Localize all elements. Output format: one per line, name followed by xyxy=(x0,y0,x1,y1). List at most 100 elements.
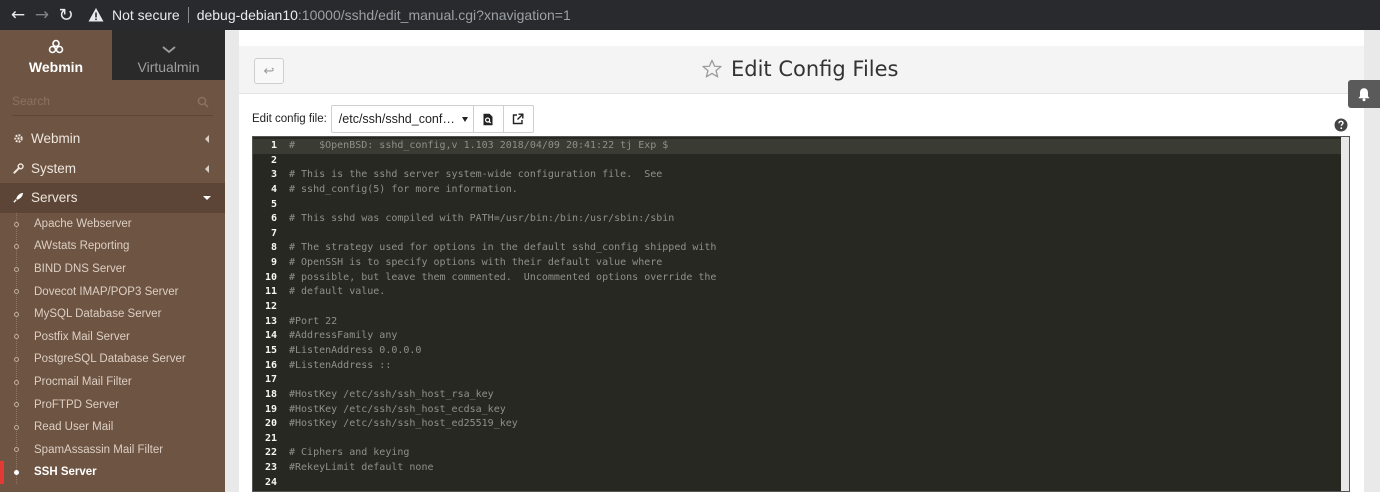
sidebar-item-ssh-server[interactable]: SSH Server xyxy=(0,461,225,484)
line-number: 6 xyxy=(270,213,277,225)
line-number: 14 xyxy=(264,330,277,342)
code-line: 11 # default value. xyxy=(253,285,1349,300)
sidebar-tabs: Webmin Virtualmin xyxy=(0,30,225,80)
sidebar-item-servers[interactable]: Servers xyxy=(0,183,225,213)
code-text: # The strategy used for options in the d… xyxy=(289,242,717,254)
code-text: #Port 22 xyxy=(289,315,338,327)
code-line: 9 # OpenSSH is to specify options with th… xyxy=(253,256,1349,271)
sidebar-item-read-user-mail[interactable]: Read User Mail xyxy=(0,416,225,439)
line-number: 24 xyxy=(264,476,277,488)
code-line: 7 xyxy=(253,227,1349,242)
line-number: 22 xyxy=(264,447,277,459)
security-status: Not secure xyxy=(112,7,180,23)
code-text: # default value. xyxy=(289,286,386,298)
tab-virtualmin[interactable]: Virtualmin xyxy=(112,30,225,80)
sidebar-item-label: MySQL Database Server xyxy=(34,308,162,321)
code-text: #ListenAddress 0.0.0.0 xyxy=(289,344,422,356)
warning-icon xyxy=(88,8,104,22)
open-external-button[interactable] xyxy=(503,105,534,133)
code-line: 23 #RekeyLimit default none xyxy=(253,461,1349,476)
code-text: # $OpenBSD: sshd_config,v 1.103 2018/04/… xyxy=(289,140,669,151)
editor-scrollbar[interactable] xyxy=(1341,137,1349,491)
bullet-icon xyxy=(14,311,19,317)
search-input[interactable] xyxy=(12,86,213,116)
sidebar-item-proftpd[interactable]: ProFTPD Server xyxy=(0,393,225,416)
sidebar-item-label: PostgreSQL Database Server xyxy=(34,353,186,366)
line-number: 7 xyxy=(270,227,277,239)
reload-icon[interactable]: ↻ xyxy=(54,0,78,30)
sidebar-item-bind[interactable]: BIND DNS Server xyxy=(0,258,225,281)
tab-webmin[interactable]: Webmin xyxy=(0,30,112,80)
code-line: 21 xyxy=(253,432,1349,447)
code-line: 22 # Ciphers and keying xyxy=(253,446,1349,461)
code-text: # Ciphers and keying xyxy=(289,447,410,459)
caret-left-icon xyxy=(205,135,209,143)
code-line: 19 #HostKey /etc/ssh/ssh_host_ecdsa_key xyxy=(253,403,1349,418)
sidebar-item-awstats[interactable]: AWstats Reporting xyxy=(0,235,225,258)
config-file-select[interactable]: /etc/ssh/sshd_conf… xyxy=(330,105,474,133)
code-text: #HostKey /etc/ssh/ssh_host_ed25519_key xyxy=(289,418,518,430)
line-number: 23 xyxy=(264,462,277,474)
bullet-icon xyxy=(14,357,19,363)
config-file-row: Edit config file: /etc/ssh/sshd_conf… xyxy=(252,105,534,133)
code-line: 3 # This is the sshd server system-wide c… xyxy=(253,168,1349,183)
code-text: # This is the sshd server system-wide co… xyxy=(289,169,663,181)
bell-icon xyxy=(1358,87,1370,101)
line-number: 3 xyxy=(270,169,277,181)
sidebar-item-system[interactable]: System xyxy=(0,154,225,184)
notifications-button[interactable] xyxy=(1348,80,1380,108)
dropdown-arrow-icon xyxy=(461,117,468,122)
line-number: 18 xyxy=(264,388,277,400)
title-wrap: Edit Config Files xyxy=(701,57,898,81)
sidebar-item-mysql[interactable]: MySQL Database Server xyxy=(0,303,225,326)
sidebar-item-label: SSH Server xyxy=(34,466,97,479)
caret-left-icon xyxy=(205,164,209,173)
sidebar-item-label: AWstats Reporting xyxy=(34,240,130,253)
sidebar-item-label: Postfix Mail Server xyxy=(34,330,130,343)
address-bar[interactable]: Not secure debug-debian10:10000/sshd/edi… xyxy=(88,0,571,30)
content-panel: ↩ Edit Config Files Edit config file: /e… xyxy=(239,44,1365,492)
wrench-icon xyxy=(12,162,24,174)
bullet-icon xyxy=(14,289,19,295)
forward-arrow-icon[interactable]: → xyxy=(30,0,54,30)
code-text: # OpenSSH is to specify options with the… xyxy=(289,257,663,269)
sidebar-item-procmail[interactable]: Procmail Mail Filter xyxy=(0,371,225,394)
sidebar-item-label: System xyxy=(31,160,77,176)
code-line: 12 xyxy=(253,300,1349,315)
tab-virtualmin-label: Virtualmin xyxy=(137,59,200,75)
active-indicator xyxy=(0,461,4,484)
star-icon[interactable] xyxy=(701,58,723,80)
view-file-button[interactable] xyxy=(473,105,504,133)
code-text: #RekeyLimit default none xyxy=(289,462,434,474)
bullet-icon xyxy=(14,402,19,408)
sidebar-item-spamassassin[interactable]: SpamAssassin Mail Filter xyxy=(0,438,225,461)
url-path: :10000/sshd/edit_manual.cgi?xnavigation=… xyxy=(297,7,571,23)
sidebar-item-apache[interactable]: Apache Webserver xyxy=(0,213,225,236)
gear-icon xyxy=(12,133,24,145)
config-file-label: Edit config file: xyxy=(252,113,327,125)
back-arrow-icon[interactable]: ← xyxy=(6,0,30,30)
config-file-value: /etc/ssh/sshd_conf… xyxy=(338,112,455,126)
line-number: 2 xyxy=(270,154,277,166)
sidebar-item-label: Servers xyxy=(31,190,78,206)
help-icon[interactable] xyxy=(1334,118,1348,132)
frame-border xyxy=(225,30,239,492)
sidebar-item-dovecot[interactable]: Dovecot IMAP/POP3 Server xyxy=(0,280,225,303)
browser-toolbar: ← → ↻ Not secure debug-debian10:10000/ss… xyxy=(0,0,1380,30)
caret-down-icon xyxy=(203,196,211,200)
sidebar-item-webmin[interactable]: Webmin xyxy=(0,124,225,154)
code-line: 8 # The strategy used for options in the … xyxy=(253,241,1349,256)
return-button[interactable]: ↩ xyxy=(254,58,284,84)
sidebar-search xyxy=(0,80,225,124)
sidebar: Webmin Virtualmin Webmin xyxy=(0,30,225,492)
line-number: 17 xyxy=(264,374,277,386)
sidebar-item-postfix[interactable]: Postfix Mail Server xyxy=(0,325,225,348)
line-number: 13 xyxy=(264,315,277,327)
bullet-icon xyxy=(14,379,19,385)
line-number: 21 xyxy=(264,432,277,444)
sidebar-item-postgresql[interactable]: PostgreSQL Database Server xyxy=(0,348,225,371)
chevron-down-icon xyxy=(161,46,176,54)
config-editor[interactable]: 1 # $OpenBSD: sshd_config,v 1.103 2018/04… xyxy=(252,136,1350,492)
line-number: 5 xyxy=(270,198,277,210)
bullet-icon xyxy=(14,424,19,430)
